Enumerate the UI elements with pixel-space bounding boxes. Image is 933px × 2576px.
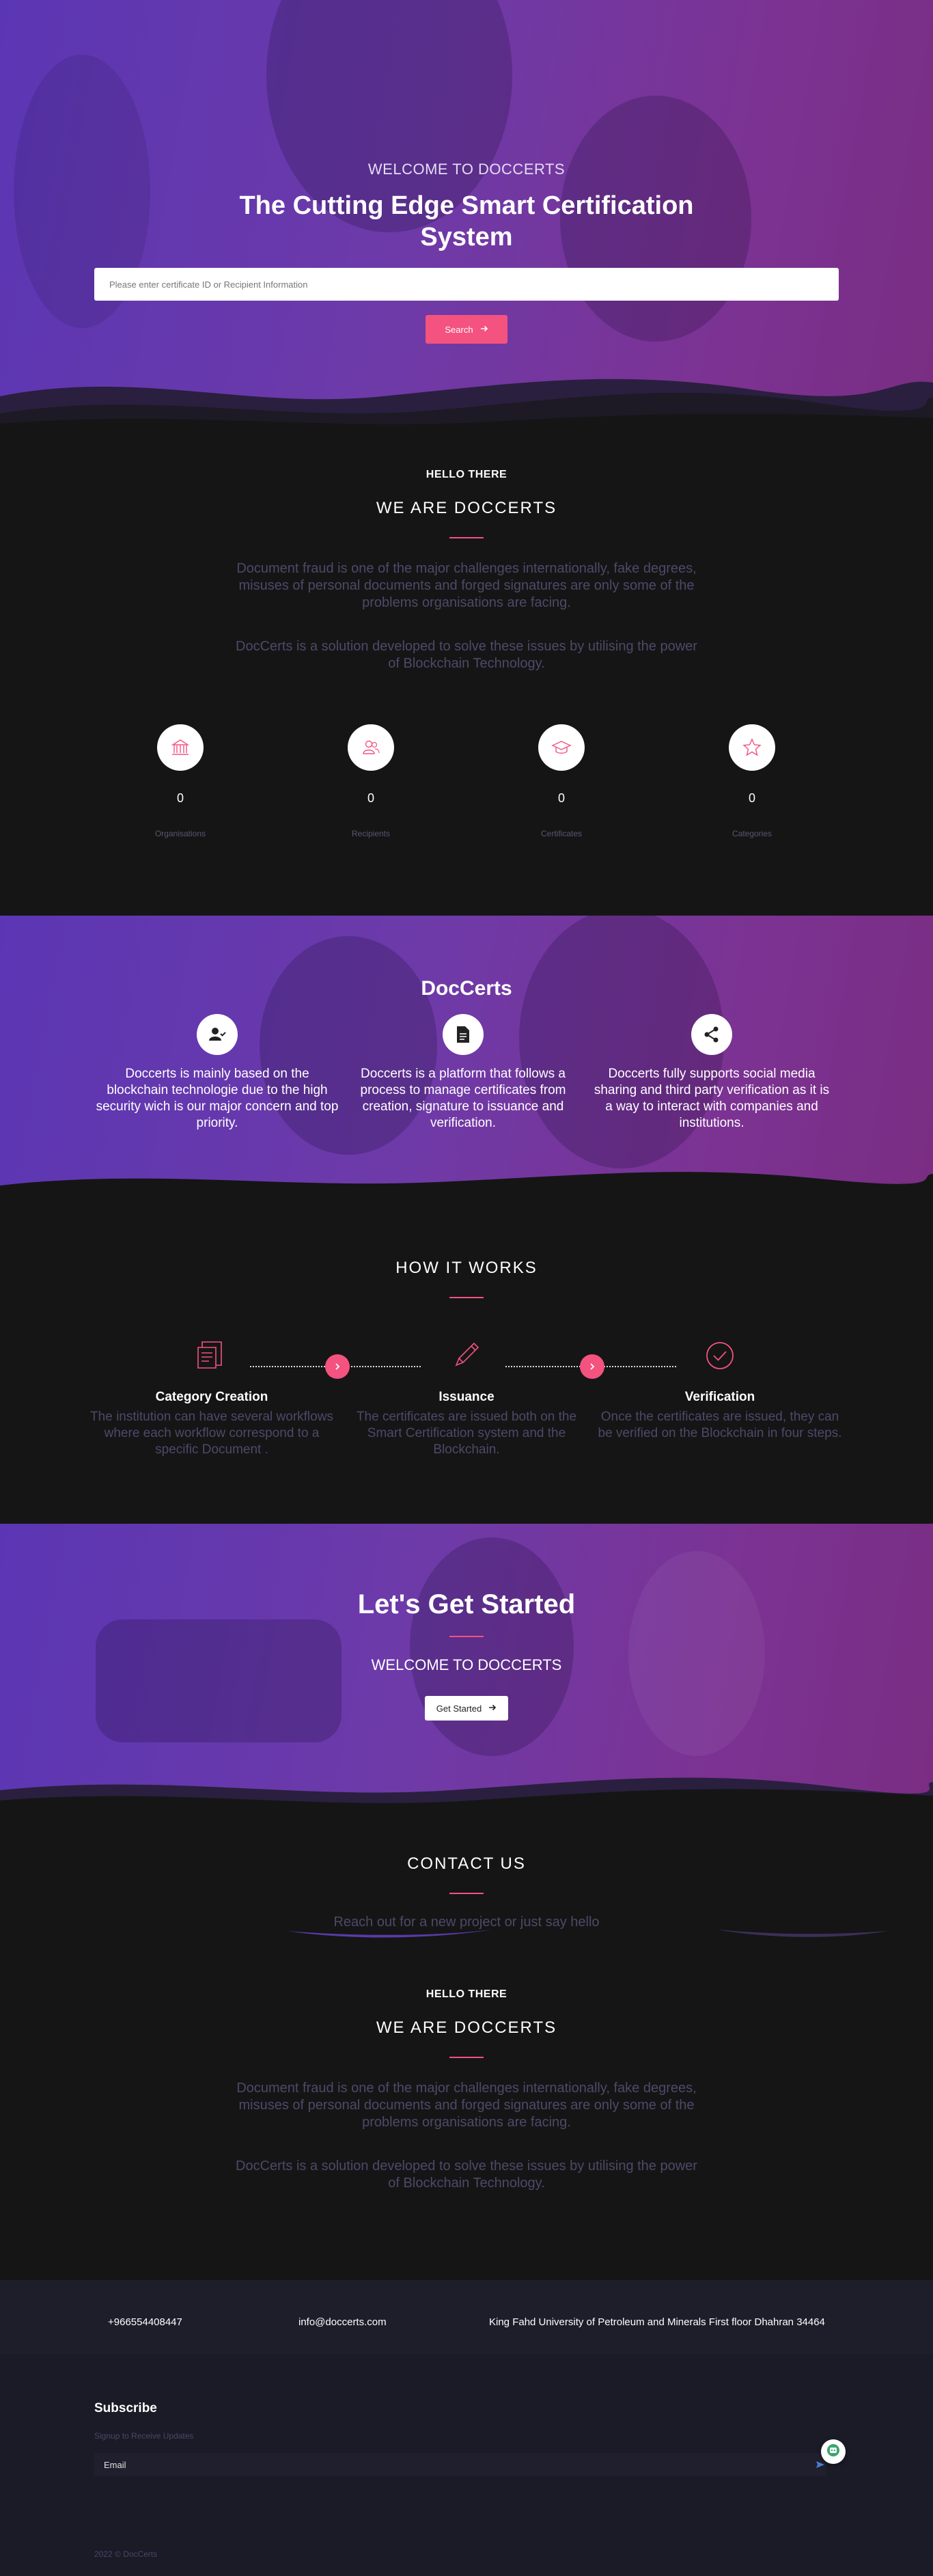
started-wave [0,1777,933,1818]
feature-process: Doccerts is a platform that follows a pr… [340,1014,586,1132]
stat-organisations: 0 Organisations [112,724,249,838]
subscribe-hint: Signup to Receive Updates [94,2431,194,2441]
get-started-welcome: WELCOME TO DOCCERTS [371,1656,562,1673]
step-text: The institution can have several workflo… [90,1410,333,1457]
stat-categories: 0 Categories [684,724,820,838]
graduation-cap-icon [538,724,585,771]
feature-bottom-wave [0,1172,933,1209]
stat-label: Categories [732,829,772,838]
subscribe-title: Subscribe [94,2401,157,2415]
chatbot-icon [826,2443,841,2461]
heading-underline [449,537,484,538]
stat-value: 0 [748,791,755,805]
get-started-button[interactable]: Get Started [425,1696,508,1721]
contact-decor-wave [717,1930,888,1937]
feature-text: Doccerts is mainly based on the blockcha… [96,1067,339,1130]
stat-label: Recipients [351,829,391,838]
heading-underline [449,1893,484,1894]
about-paragraph-1: Document fraud is one of the major chall… [236,561,697,610]
footer-address: King Fahd University of Petroleum and Mi… [489,2316,825,2328]
stat-value: 0 [367,791,374,805]
get-started-title: Let's Get Started [357,1589,576,1619]
hero-wave [0,379,933,437]
users-icon [348,724,394,771]
contact-decor-wave [287,1930,492,1938]
step-title: Issuance [438,1390,495,1404]
feature-title: DocCerts [421,977,512,1000]
footer-email[interactable]: info@doccerts.com [298,2316,387,2328]
stat-value: 0 [557,791,565,805]
about-paragraph-2: DocCerts is a solution developed to solv… [236,639,697,671]
about-paragraph-1: Document fraud is one of the major chall… [236,2081,697,2130]
how-it-works-title: HOW IT WORKS [395,1259,538,1277]
arrow-right-icon [480,325,488,335]
search-button-label: Search [445,324,473,335]
about-heading: WE ARE DOCCERTS [376,499,557,517]
document-list-icon [195,1339,227,1374]
chat-widget-button[interactable] [821,2439,846,2464]
search-button[interactable]: Search [426,315,507,344]
step-title: Category Creation [155,1390,268,1404]
share-icon [691,1014,732,1055]
step-title: Verification [684,1390,755,1404]
hero-title: The Cutting Edge Smart Certification Sys… [239,191,694,251]
step-text: Once the certificates are issued, they c… [598,1410,842,1440]
hello-there-label: HELLO THERE [426,469,507,480]
hello-there-label: HELLO THERE [426,1988,507,2000]
step-verification: Verification Once the certificates are i… [597,1378,843,1442]
get-started-label: Get Started [436,1703,482,1714]
hero-welcome: WELCOME TO DOCCERTS [367,161,566,178]
started-photo-shape [628,1551,765,1756]
stat-label: Organisations [154,829,206,838]
about-heading: WE ARE DOCCERTS [376,2018,557,2037]
copyright: 2022 © DocCerts [94,2549,158,2559]
footer-phone[interactable]: +966554408447 [108,2316,182,2328]
feature-top-wave [0,909,933,916]
feature-text: Doccerts fully supports social media sha… [594,1067,830,1130]
chevron-right-icon [325,1354,350,1379]
feature-sharing: Doccerts fully supports social media sha… [589,1014,835,1132]
step-issuance: Issuance The certificates are issued bot… [344,1378,589,1458]
about-paragraph-2: DocCerts is a solution developed to solv… [236,2159,697,2191]
heading-underline [449,1297,484,1298]
feature-text: Doccerts is a platform that follows a pr… [360,1067,566,1130]
check-circle-icon [705,1341,735,1374]
heading-underline [449,1636,484,1637]
started-photo-shape [410,1537,574,1756]
contact-title: CONTACT US [407,1854,526,1873]
started-photo-shape [96,1619,342,1742]
subscribe-email-input[interactable] [94,2453,826,2476]
pencil-icon [451,1339,482,1374]
arrow-right-icon [488,1703,497,1714]
stat-value: 0 [176,791,184,805]
send-icon[interactable] [816,2460,825,2473]
user-check-icon [197,1014,238,1055]
heading-underline [449,2057,484,2058]
file-icon [443,1014,484,1055]
bank-icon [157,724,204,771]
certificate-search-input[interactable] [94,268,839,301]
feature-blockchain: Doccerts is mainly based on the blockcha… [94,1014,340,1132]
stat-label: Certificates [540,829,583,838]
step-category-creation: Category Creation The institution can ha… [89,1378,335,1458]
step-text: The certificates are issued both on the … [356,1410,577,1457]
chevron-right-icon [580,1354,604,1379]
stat-recipients: 0 Recipients [303,724,439,838]
stat-certificates: 0 Certificates [493,724,630,838]
star-icon [729,724,775,771]
